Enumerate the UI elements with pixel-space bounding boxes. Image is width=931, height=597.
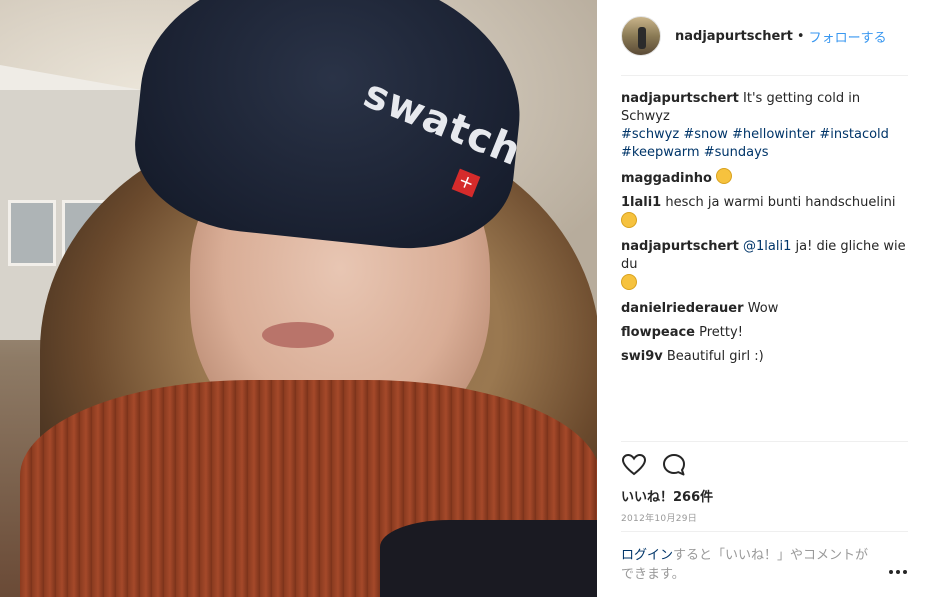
login-divider (621, 531, 908, 532)
wink-icon (621, 212, 637, 228)
comment-text: Beautiful girl :) (666, 349, 764, 364)
login-link[interactable]: ログイン (621, 548, 673, 563)
comment-text: hesch ja warmi bunti handschuelini (665, 195, 896, 210)
hashtag-link[interactable]: #snow (683, 127, 728, 142)
comment-item: swi9v Beautiful girl :) (621, 348, 908, 366)
more-options-icon[interactable] (889, 565, 909, 579)
hashtag-link[interactable]: #sundays (704, 145, 769, 160)
avatar[interactable] (621, 16, 661, 56)
login-prompt: ログインすると「いいね！」やコメントができます。 (621, 546, 881, 584)
comment-icon[interactable] (661, 452, 687, 478)
comment-username[interactable]: flowpeace (621, 325, 695, 340)
comment-username[interactable]: 1lali1 (621, 195, 661, 210)
hashtag-link[interactable]: #instacold (819, 127, 889, 142)
comment-text: Pretty! (699, 325, 743, 340)
header-divider (621, 75, 908, 76)
header-username[interactable]: nadjapurtschert (675, 29, 793, 44)
comment-item: danielriederauer Wow (621, 300, 908, 318)
header-separator: • (796, 28, 805, 44)
comments-list: nadjapurtschert It's getting cold in Sch… (621, 90, 908, 372)
comment-username[interactable]: nadjapurtschert (621, 239, 739, 254)
follow-button[interactable]: フォローする (809, 27, 887, 46)
heart-icon[interactable] (621, 452, 647, 478)
actions-divider (621, 441, 908, 442)
caption-username[interactable]: nadjapurtschert (621, 91, 739, 106)
mention-link[interactable]: @1lali1 (743, 239, 791, 254)
post-sidebar: nadjapurtschert • フォローする nadjapurtschert… (597, 0, 931, 597)
hashtag-link[interactable]: #keepwarm (621, 145, 700, 160)
comment-text: Wow (747, 301, 779, 316)
post-date[interactable]: 2012年10月29日 (621, 511, 697, 524)
comment-item: maggadinho (621, 168, 908, 188)
wink-icon (621, 274, 637, 290)
caption: nadjapurtschert It's getting cold in Sch… (621, 90, 908, 162)
hashtag-link[interactable]: #hellowinter (732, 127, 815, 142)
action-bar (621, 452, 687, 478)
hashtag-link[interactable]: #schwyz (621, 127, 679, 142)
comment-username[interactable]: maggadinho (621, 171, 712, 186)
photo-coat (380, 520, 597, 597)
photo-lips (262, 322, 334, 348)
comment-item: nadjapurtschert @1lali1 ja! die gliche w… (621, 238, 908, 294)
post-header: nadjapurtschert • フォローする (621, 14, 908, 58)
ok-hand-icon (716, 168, 733, 184)
comment-username[interactable]: danielriederauer (621, 301, 744, 316)
comment-item: 1lali1 hesch ja warmi bunti handschuelin… (621, 194, 908, 232)
comment-username[interactable]: swi9v (621, 349, 663, 364)
comment-item: flowpeace Pretty! (621, 324, 908, 342)
photo-window (8, 200, 56, 266)
post-photo[interactable]: swatch + (0, 0, 597, 597)
instagram-post: swatch + nadjapurtschert • フォローする nadjap… (0, 0, 931, 597)
likes-count[interactable]: いいね！266件 (621, 486, 713, 505)
